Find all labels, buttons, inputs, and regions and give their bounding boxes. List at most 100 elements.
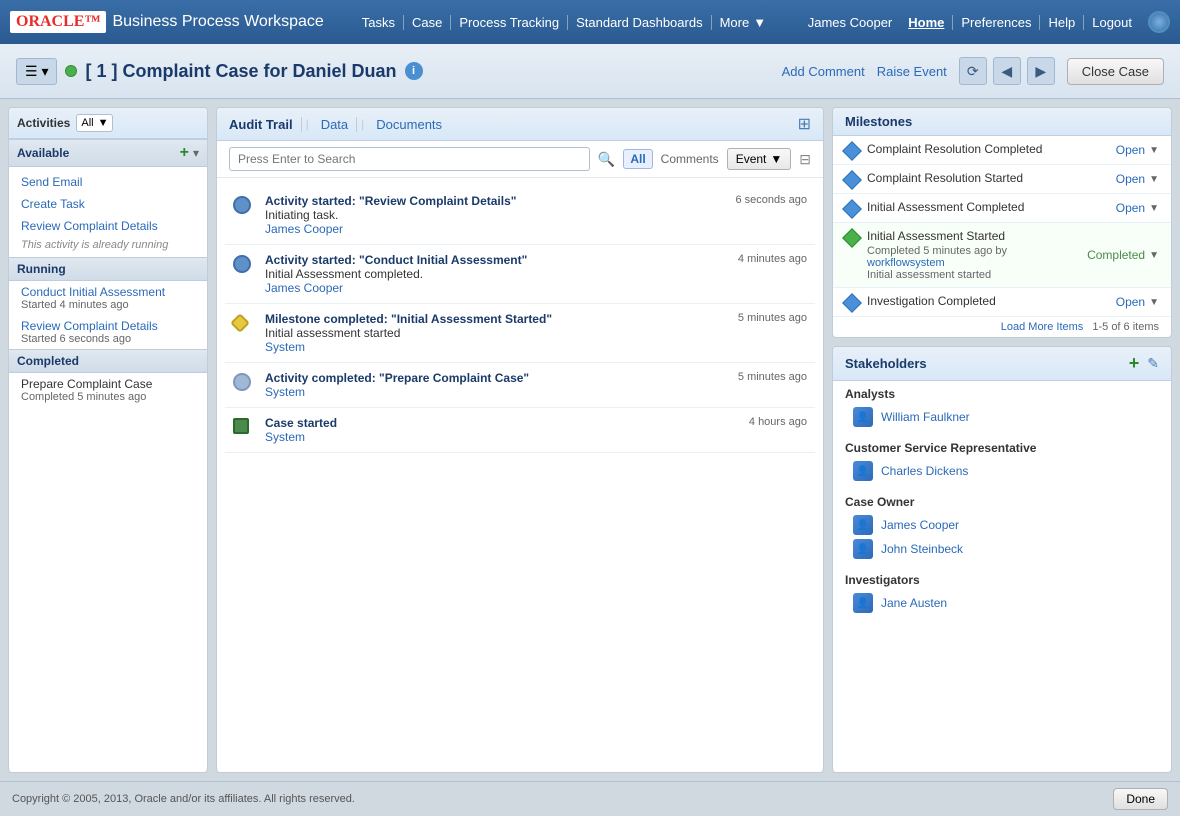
completed-prepare-case: Prepare Complaint Case [21,377,195,391]
tab-documents[interactable]: Documents [368,117,450,132]
nav-case[interactable]: Case [404,15,451,30]
nav-standard-dashboards[interactable]: Standard Dashboards [568,15,711,30]
investigators-group-title: Investigators [845,573,1159,587]
audit-trail-panel: Audit Trail | Data | Documents ⊞ 🔍 All C… [216,107,824,773]
milestone-status[interactable]: Open [1116,201,1145,215]
milestone-left: Complaint Resolution Completed [845,142,1042,158]
edit-stakeholder-icon[interactable]: ✎ [1147,355,1159,372]
audit-entry-user: System [265,340,807,354]
load-more-link[interactable]: Load More Items [1001,321,1084,333]
audit-list: Activity started: "Review Complaint Deta… [217,178,823,772]
milestone-left: Initial Assessment Started Completed 5 m… [845,229,1087,281]
person-avatar: 👤 [853,593,873,613]
person-name[interactable]: Charles Dickens [881,464,968,478]
tab-data[interactable]: Data [313,117,357,132]
search-input[interactable] [229,147,590,171]
activity-icon [233,196,251,214]
table-row: Activity started: "Review Complaint Deta… [225,186,815,245]
tab-audit-trail[interactable]: Audit Trail [229,117,302,132]
nav-help[interactable]: Help [1039,15,1075,30]
person-name[interactable]: James Cooper [881,518,959,532]
audit-icon-col [233,371,257,399]
milestone-status[interactable]: Open [1116,172,1145,186]
filter-comments[interactable]: Comments [661,152,719,166]
list-item: Initial Assessment Started Completed 5 m… [833,223,1171,288]
milestone-chevron-icon[interactable]: ▼ [1149,250,1159,261]
running-section-header: Running [9,257,207,281]
person-name[interactable]: John Steinbeck [881,542,963,556]
search-icon[interactable]: 🔍 [598,151,615,168]
audit-header-row: Case started 4 hours ago [265,416,807,430]
audit-header-row: Milestone completed: "Initial Assessment… [265,312,807,326]
milestone-workflow-link[interactable]: workflowsystem [867,257,945,269]
filter-all-button[interactable]: All [623,149,652,169]
milestone-chevron-icon[interactable]: ▼ [1149,297,1159,308]
nav-tasks[interactable]: Tasks [354,15,404,30]
list-item: 👤 Charles Dickens [845,459,1159,483]
milestone-status[interactable]: Open [1116,295,1145,309]
header-icons: ⟳ ◀ ▶ [959,57,1055,85]
audit-entry-user[interactable]: James Cooper [265,222,807,236]
right-panel: Milestones Complaint Resolution Complete… [832,107,1172,773]
milestone-name: Complaint Resolution Started [867,171,1023,185]
info-icon[interactable]: i [405,62,423,80]
nav-indicator [1148,11,1170,33]
add-stakeholder-icon[interactable]: + [1129,353,1140,374]
list-item: 👤 William Faulkner [845,405,1159,429]
milestone-right: Completed ▼ [1087,248,1159,262]
audit-entry-title: Milestone completed: "Initial Assessment… [265,312,552,326]
add-comment-link[interactable]: Add Comment [782,64,865,79]
done-button[interactable]: Done [1113,788,1168,810]
milestone-status[interactable]: Open [1116,143,1145,157]
raise-event-link[interactable]: Raise Event [877,64,947,79]
audit-content: Activity started: "Review Complaint Deta… [265,194,807,236]
nav-process-tracking[interactable]: Process Tracking [451,15,568,30]
list-item: Review Complaint Details Started 6 secon… [9,315,207,349]
close-case-button[interactable]: Close Case [1067,58,1164,85]
milestone-diamond-icon [842,293,862,313]
person-name[interactable]: William Faulkner [881,410,970,424]
person-name[interactable]: Jane Austen [881,596,947,610]
activities-menu-icon[interactable]: ▾ [193,146,199,160]
audit-entry-time: 4 hours ago [749,416,807,428]
menu-button[interactable]: ☰ ▾ [16,58,57,85]
person-avatar: 👤 [853,407,873,427]
milestone-chevron-icon[interactable]: ▼ [1149,145,1159,156]
refresh-icon[interactable]: ⟳ [959,57,987,85]
milestone-assessment-detail: Initial assessment started [867,269,1087,281]
milestone-chevron-icon[interactable]: ▼ [1149,174,1159,185]
case-header: ☰ ▾ [ 1 ] Complaint Case for Daniel Duan… [0,44,1180,99]
stakeholder-actions: + ✎ [1129,353,1159,374]
activity-send-email[interactable]: Send Email [9,171,207,193]
audit-entry-time: 5 minutes ago [738,371,807,383]
list-item: Initial Assessment Completed Open ▼ [833,194,1171,223]
running-review-complaint[interactable]: Review Complaint Details [21,319,195,333]
add-activity-button[interactable]: + [180,144,189,162]
filter-options-icon[interactable]: ⊟ [799,151,811,168]
activity-already-running-note: This activity is already running [9,237,207,253]
audit-entry-user: System [265,385,807,399]
nav-logout[interactable]: Logout [1083,15,1132,30]
activity-review-complaint[interactable]: Review Complaint Details [9,215,207,237]
milestone-chevron-icon[interactable]: ▼ [1149,203,1159,214]
milestone-right: Open ▼ [1116,201,1159,215]
nav-home[interactable]: Home [908,15,944,30]
activities-filter[interactable]: All ▼ [76,114,113,132]
audit-refresh-icon[interactable]: ⊞ [798,114,811,134]
audit-entry-user[interactable]: James Cooper [265,281,807,295]
audit-icon-col [233,416,257,444]
list-item: Complaint Resolution Completed Open ▼ [833,136,1171,165]
status-dot [65,65,77,77]
forward-icon[interactable]: ▶ [1027,57,1055,85]
list-item: Complaint Resolution Started Open ▼ [833,165,1171,194]
available-title: Available [17,146,69,160]
footer: Copyright © 2005, 2013, Oracle and/or it… [0,781,1180,816]
activities-panel: Activities All ▼ Available + ▾ Send Emai… [8,107,208,773]
audit-entry-detail: Initial Assessment completed. [265,267,807,281]
event-dropdown[interactable]: Event ▼ [727,148,792,170]
running-conduct-initial[interactable]: Conduct Initial Assessment [21,285,195,299]
back-icon[interactable]: ◀ [993,57,1021,85]
activity-create-task[interactable]: Create Task [9,193,207,215]
nav-more[interactable]: More ▼ [712,15,775,30]
nav-preferences[interactable]: Preferences [952,15,1031,30]
